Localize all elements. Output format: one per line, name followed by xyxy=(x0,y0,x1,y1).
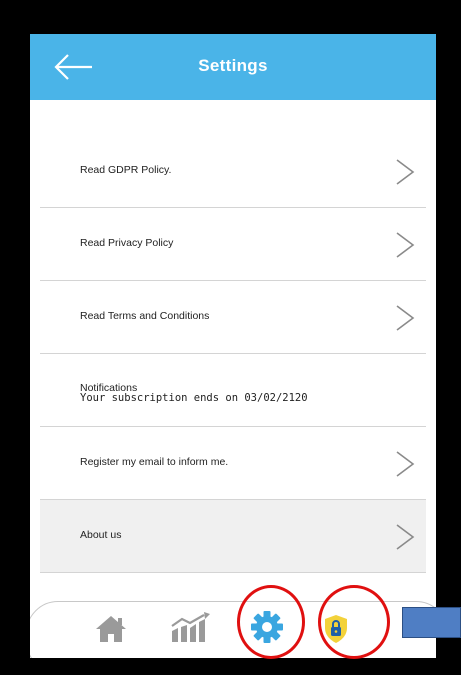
page-title: Settings xyxy=(198,56,268,75)
chevron-right-icon xyxy=(396,524,415,550)
row-gdpr-policy[interactable]: Read GDPR Policy. xyxy=(40,135,426,208)
row-about-label: About us xyxy=(80,529,122,541)
chevron-right-icon xyxy=(396,451,415,477)
frame-left xyxy=(0,0,30,675)
tab-stats[interactable] xyxy=(170,612,212,644)
annotation-circle-security xyxy=(318,585,390,659)
tab-home[interactable] xyxy=(94,614,128,644)
row-terms-label: Read Terms and Conditions xyxy=(80,310,210,322)
settings-screen: Settings Read GDPR Policy. Read Privacy … xyxy=(30,34,436,658)
row-about-us[interactable]: About us xyxy=(40,500,426,573)
frame-right xyxy=(436,0,461,675)
chevron-right-icon xyxy=(396,305,415,331)
frame-top xyxy=(0,0,461,34)
annotation-callout-box xyxy=(402,607,461,638)
app-bar: Settings xyxy=(30,34,436,100)
annotation-circle-settings xyxy=(237,585,305,659)
row-register-email[interactable]: Register my email to inform me. xyxy=(40,427,426,500)
frame-bottom xyxy=(0,658,461,675)
home-icon xyxy=(96,616,126,642)
row-terms[interactable]: Read Terms and Conditions xyxy=(40,281,426,354)
chevron-right-icon xyxy=(396,159,415,185)
chevron-right-icon xyxy=(396,232,415,258)
row-gdpr-label: Read GDPR Policy. xyxy=(80,164,172,176)
row-notifications: Notifications Your subscription ends on … xyxy=(40,354,426,427)
row-privacy-policy[interactable]: Read Privacy Policy xyxy=(40,208,426,281)
row-register-label: Register my email to inform me. xyxy=(80,456,229,468)
row-privacy-label: Read Privacy Policy xyxy=(80,237,174,249)
subscription-status: Your subscription ends on 03/02/2120 xyxy=(80,392,308,404)
chart-icon xyxy=(171,612,210,642)
